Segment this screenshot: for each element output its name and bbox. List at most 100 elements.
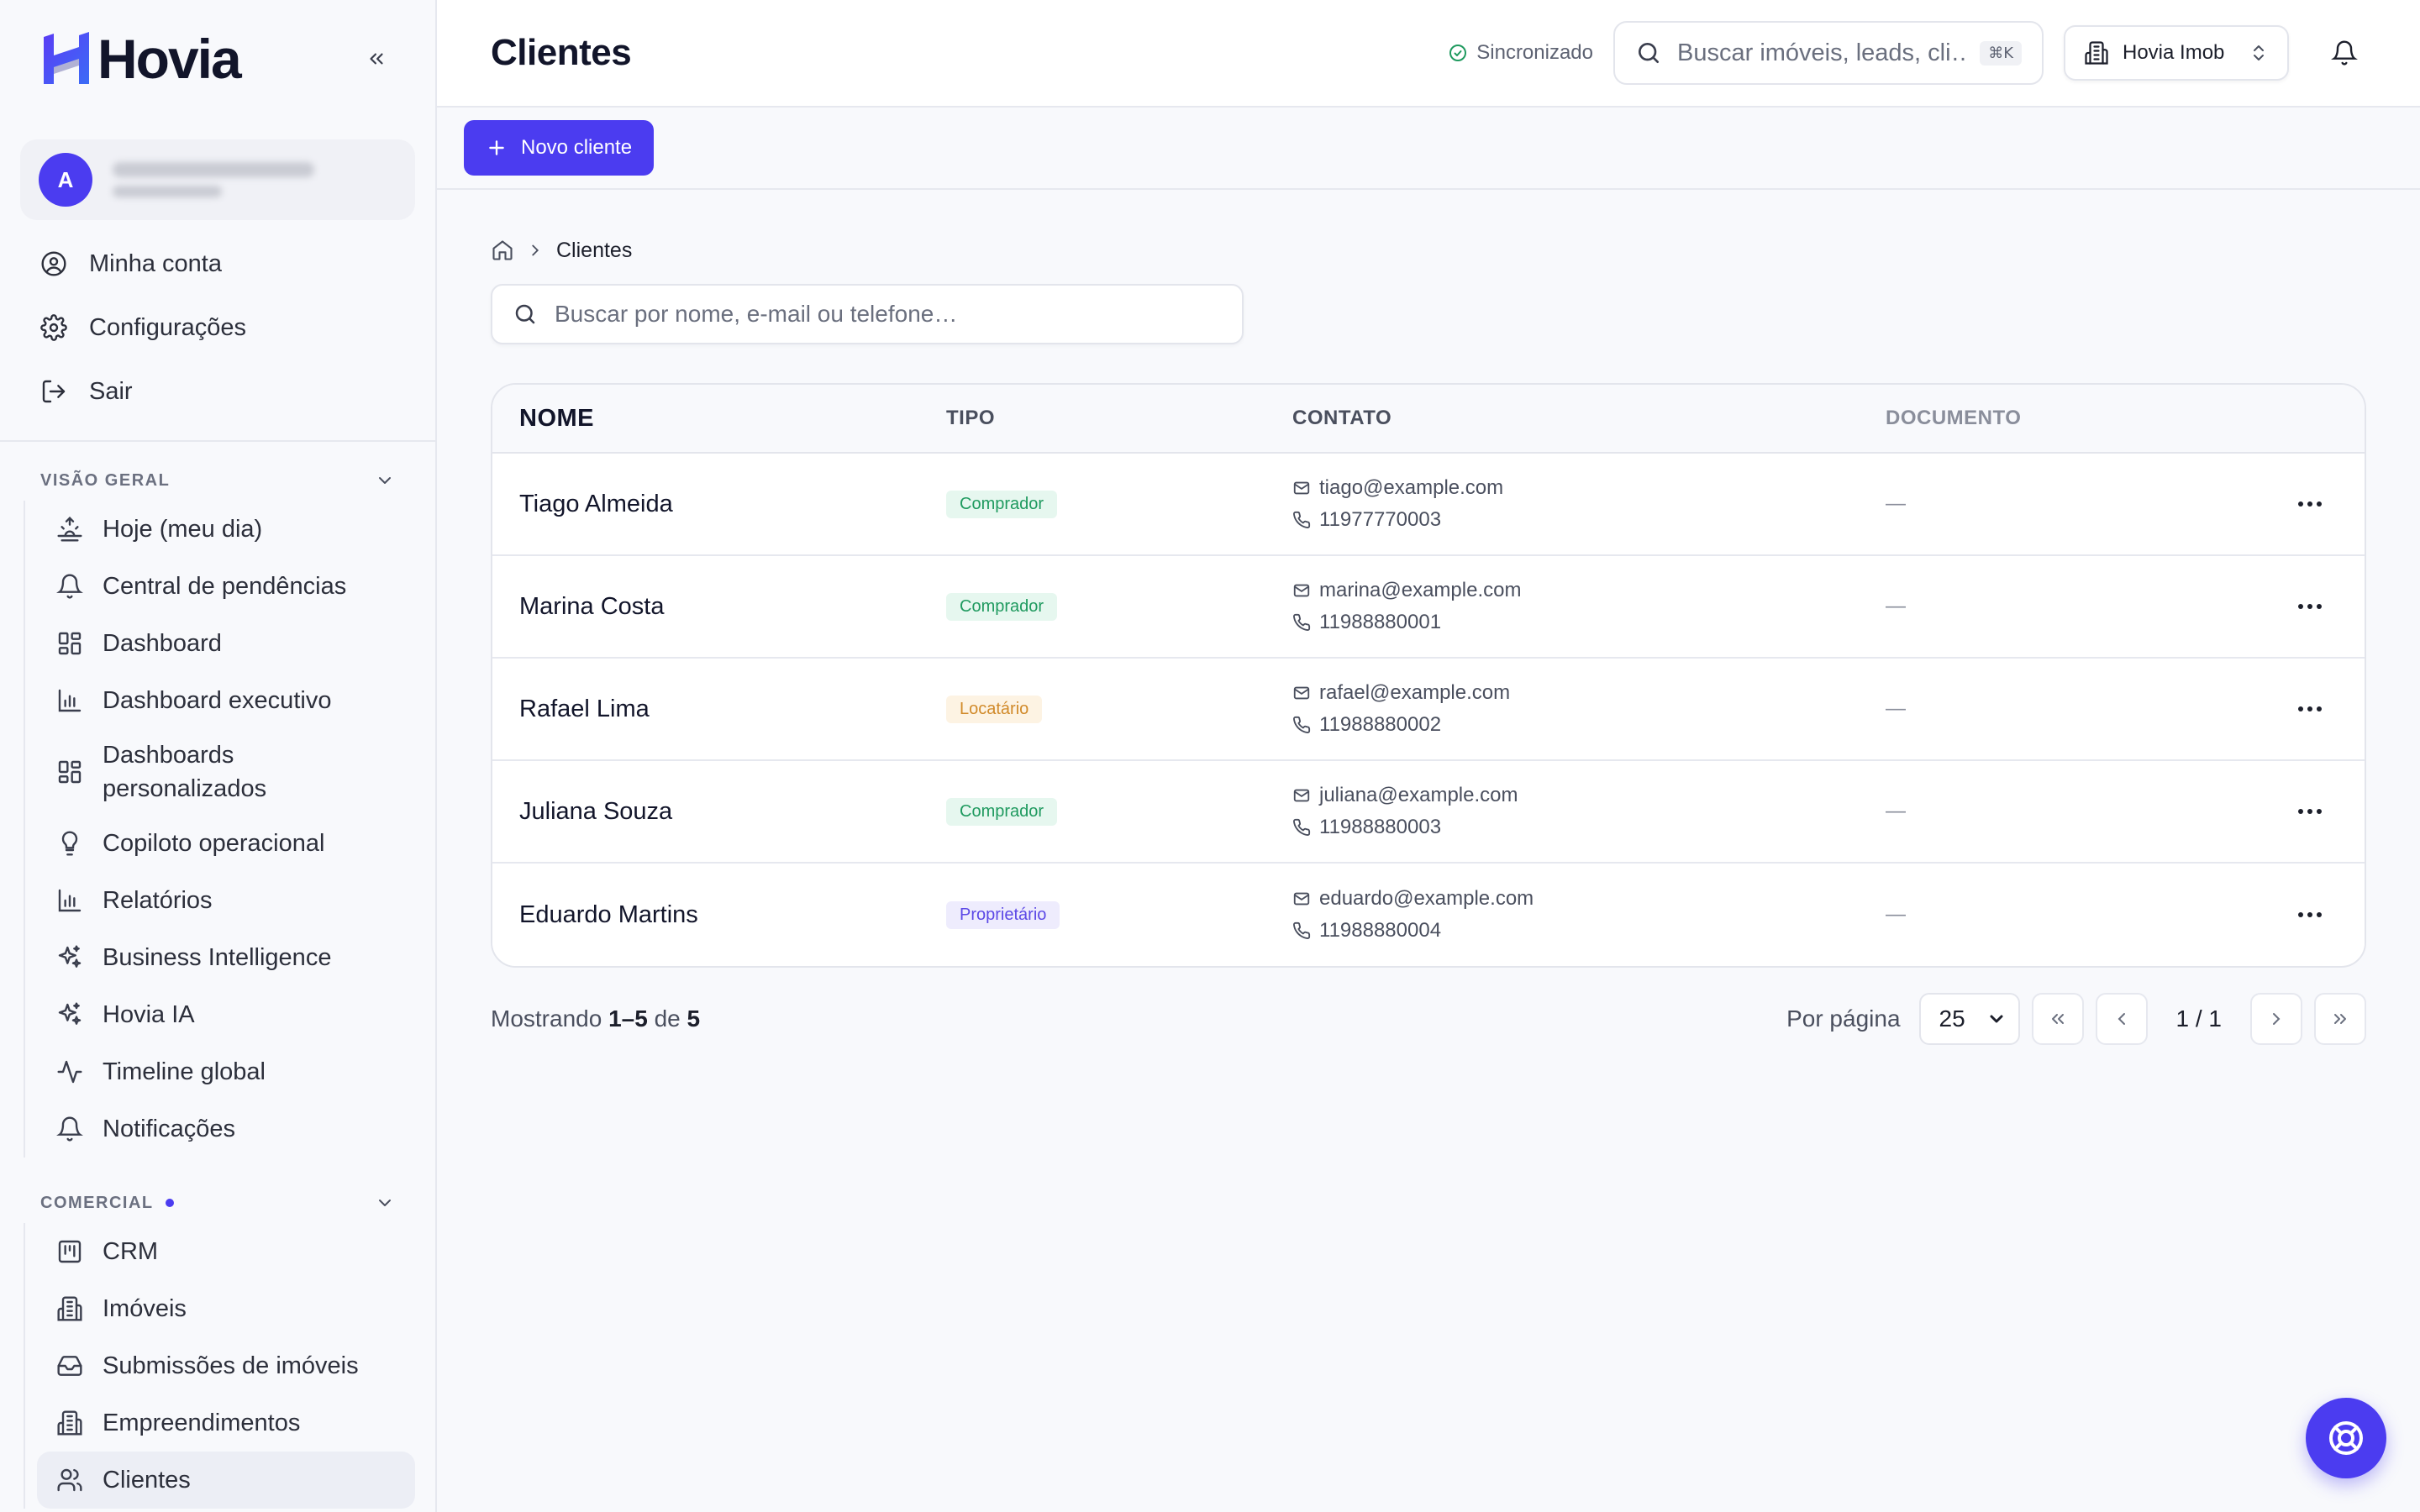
showing-total: 5 (687, 1005, 701, 1032)
plus-icon (489, 140, 504, 155)
row-actions-button[interactable] (2289, 790, 2331, 832)
next-page-button[interactable] (2250, 993, 2302, 1045)
mail-icon (1292, 479, 1311, 497)
sidebar-item-timeline-global[interactable]: Timeline global (25, 1043, 435, 1100)
more-dot (2317, 809, 2322, 814)
building-icon (55, 1294, 84, 1323)
results-summary: Mostrando 1–5 de 5 (491, 1005, 700, 1032)
more-dot (2307, 912, 2312, 917)
grid-icon (55, 629, 84, 658)
client-phone[interactable]: 11988880002 (1319, 713, 1441, 737)
shortcut-hint: ⌘K (1980, 40, 2022, 66)
section-header-comercial[interactable]: COMERCIAL (0, 1183, 435, 1223)
more-dot (2317, 706, 2322, 711)
account-item-sair[interactable]: Sair (0, 360, 435, 423)
notifications-button[interactable] (2321, 29, 2368, 76)
help-button[interactable] (2306, 1398, 2386, 1478)
row-actions-button[interactable] (2289, 688, 2331, 730)
sidebar-item-copiloto[interactable]: Copiloto operacional (25, 815, 435, 872)
client-email[interactable]: juliana@example.com (1319, 784, 1518, 807)
section-title: COMERCIAL (40, 1193, 154, 1212)
client-type-badge: Proprietário (946, 900, 1060, 929)
sidebar-item-dashboard-executivo[interactable]: Dashboard executivo (25, 672, 435, 729)
sidebar-item-clientes[interactable]: Clientes (37, 1452, 415, 1509)
client-email[interactable]: tiago@example.com (1319, 476, 1503, 500)
client-name: Eduardo Martins (519, 900, 698, 928)
sidebar-item-label: Timeline global (103, 1058, 266, 1085)
global-search-input[interactable] (1677, 39, 1965, 67)
client-contact: eduardo@example.com 11988880004 (1292, 887, 1886, 942)
home-icon[interactable] (491, 239, 514, 262)
chevron-right-icon (526, 241, 544, 260)
sidebar-item-submissoes[interactable]: Submissões de imóveis (25, 1337, 435, 1394)
client-phone[interactable]: 11988880001 (1319, 611, 1441, 634)
account-item-label: Configurações (89, 313, 246, 341)
table-row[interactable]: Marina Costa Comprador marina@example.co… (492, 556, 2365, 659)
more-dot (2298, 706, 2303, 711)
column-header-contact[interactable]: CONTATO (1292, 407, 1886, 430)
bar-chart-icon (55, 686, 84, 715)
previous-page-button[interactable] (2095, 993, 2148, 1045)
sidebar-item-crm[interactable]: CRM (25, 1223, 435, 1280)
sidebar-item-label: Dashboard executivo (103, 687, 332, 714)
section-header-visao-geral[interactable]: VISÃO GERAL (0, 460, 435, 501)
row-actions-button[interactable] (2289, 483, 2331, 525)
sidebar-item-label: CRM (103, 1238, 159, 1265)
sidebar-item-business-intelligence[interactable]: Business Intelligence (25, 929, 435, 986)
sidebar-item-central-pendencias[interactable]: Central de pendências (25, 558, 435, 615)
sidebar-item-dashboard[interactable]: Dashboard (25, 615, 435, 672)
main-content: Clientes Sincronizado ⌘K Hovia Imob (437, 0, 2420, 1512)
topbar-right: Sincronizado ⌘K Hovia Imob (1448, 21, 2368, 85)
sidebar-item-hovia-ia[interactable]: Hovia IA (25, 986, 435, 1043)
account-item-minha-conta[interactable]: Minha conta (0, 232, 435, 296)
mail-icon (1292, 786, 1311, 805)
collapse-sidebar-button[interactable] (358, 40, 395, 77)
sidebar-item-empreendimentos[interactable]: Empreendimentos (25, 1394, 435, 1452)
organization-switcher[interactable]: Hovia Imob (2064, 25, 2289, 81)
per-page-select[interactable]: 25 (1918, 993, 2020, 1045)
client-search-input[interactable] (555, 301, 1222, 328)
nav-list-visao-geral: Hoje (meu dia) Central de pendências Das… (24, 501, 435, 1158)
column-header-document[interactable]: DOCUMENTO (1886, 407, 2255, 430)
client-email[interactable]: eduardo@example.com (1319, 887, 1534, 911)
column-header-type[interactable]: TIPO (946, 407, 1292, 430)
client-phone[interactable]: 11988880004 (1319, 919, 1441, 942)
mail-icon (1292, 581, 1311, 600)
sidebar-item-dashboards-personalizados[interactable]: Dashboards personalizados (25, 729, 435, 815)
per-page-value: 25 (1939, 1005, 1965, 1032)
more-dot (2307, 604, 2312, 609)
client-email[interactable]: rafael@example.com (1319, 681, 1510, 705)
phone-icon (1292, 511, 1311, 529)
sidebar-item-label: Relatórios (103, 887, 213, 914)
sidebar: Hovia A Minha conta Configurações Sair V… (0, 0, 437, 1512)
client-email[interactable]: marina@example.com (1319, 579, 1521, 602)
user-card[interactable]: A (20, 139, 415, 220)
sidebar-item-relatorios[interactable]: Relatórios (25, 872, 435, 929)
sidebar-item-imoveis[interactable]: Imóveis (25, 1280, 435, 1337)
row-actions-button[interactable] (2289, 585, 2331, 627)
first-page-button[interactable] (2031, 993, 2084, 1045)
table-row[interactable]: Rafael Lima Locatário rafael@example.com… (492, 659, 2365, 761)
last-page-button[interactable] (2314, 993, 2366, 1045)
sidebar-item-hoje[interactable]: Hoje (meu dia) (25, 501, 435, 558)
row-actions-button[interactable] (2289, 894, 2331, 936)
new-client-button[interactable]: Novo cliente (464, 120, 655, 176)
sidebar-item-notificacoes[interactable]: Notificações (25, 1100, 435, 1158)
sunrise-icon (55, 515, 84, 543)
table-row[interactable]: Eduardo Martins Proprietário eduardo@exa… (492, 864, 2365, 966)
new-client-label: Novo cliente (521, 136, 633, 159)
account-menu: Minha conta Configurações Sair (0, 232, 435, 442)
table-row[interactable]: Tiago Almeida Comprador tiago@example.co… (492, 454, 2365, 556)
app-logo[interactable]: Hovia (42, 27, 242, 91)
phone-icon (1292, 613, 1311, 632)
account-item-configuracoes[interactable]: Configurações (0, 296, 435, 360)
organization-name: Hovia Imob (2123, 41, 2225, 64)
client-phone[interactable]: 11977770003 (1319, 508, 1441, 532)
redacted-user-role (113, 186, 222, 197)
client-search[interactable] (491, 284, 1244, 344)
client-phone[interactable]: 11988880003 (1319, 816, 1441, 839)
table-row[interactable]: Juliana Souza Comprador juliana@example.… (492, 761, 2365, 864)
global-search[interactable]: ⌘K (1613, 21, 2044, 85)
user-circle-icon (39, 249, 69, 279)
column-header-name[interactable]: NOME (492, 405, 946, 433)
